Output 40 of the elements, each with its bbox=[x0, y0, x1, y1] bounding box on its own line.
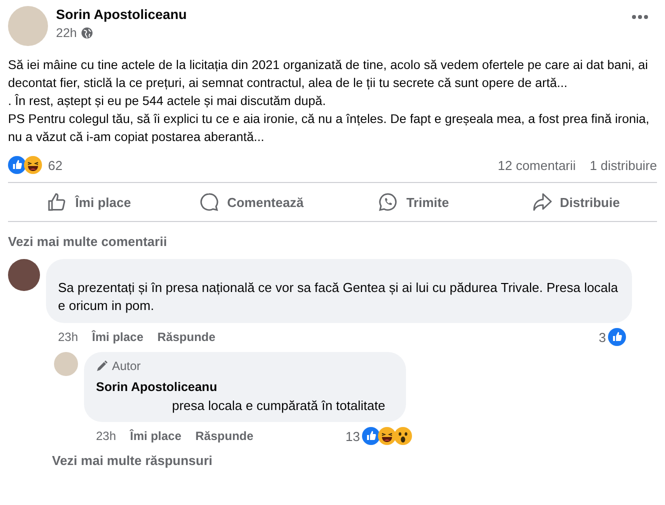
post-time[interactable]: 22h bbox=[56, 26, 77, 40]
globe-icon bbox=[80, 27, 93, 39]
laughing-reaction-icon bbox=[378, 427, 396, 445]
surprised-reaction-icon bbox=[394, 427, 412, 445]
like-action-button[interactable]: Îmi place bbox=[8, 183, 170, 221]
comment-time: 23h bbox=[58, 330, 78, 344]
laughing-reaction-icon bbox=[24, 156, 42, 174]
post-text: PS Pentru colegul tău, să îi explici tu ce e aia ironie, că nu a înțeles. De fapt e greșeala mea, a fost prea fină ironia, nu a văzut că i-am copiat postarea aberantă... bbox=[8, 111, 650, 146]
reaction-count: 13 bbox=[346, 428, 360, 444]
comments-count[interactable]: 12 comentarii bbox=[498, 158, 576, 172]
more-comments-link[interactable]: Vezi mai multe comentarii bbox=[8, 234, 167, 249]
share-arrow-icon bbox=[532, 192, 552, 212]
send-action-button[interactable]: Trimite bbox=[332, 183, 495, 221]
pen-icon bbox=[96, 360, 108, 372]
comment-text: Sa prezentați și în presa națională ce vor sa facă Gentea și ai lui cu pădurea Trivale. Presa locala e oricum in pom. bbox=[58, 280, 618, 313]
reaction-count[interactable]: 62 bbox=[48, 158, 62, 172]
author-label: Autor bbox=[112, 358, 141, 375]
reaction-count: 3 bbox=[598, 330, 606, 344]
reply-link[interactable]: Răspunde bbox=[195, 429, 254, 443]
commenter-avatar[interactable] bbox=[8, 259, 40, 291]
reply-link[interactable]: Răspunde bbox=[157, 330, 216, 344]
post-text: . În rest, aștept și eu pe 544 actele și mai discutăm după. bbox=[8, 93, 327, 110]
share-action-button[interactable]: Distribuie bbox=[494, 183, 657, 221]
like-reaction-icon bbox=[608, 328, 626, 346]
like-reaction-icon bbox=[362, 427, 380, 445]
reply-author[interactable]: Sorin Apostoliceanu bbox=[96, 378, 394, 396]
like-link[interactable]: Îmi place bbox=[92, 330, 144, 344]
more-replies-link[interactable]: Vezi mai multe răspunsuri bbox=[52, 453, 212, 468]
reply-text: presa locala e cumpărată în totalitate bbox=[171, 397, 386, 415]
post-text: Să iei mâine cu tine actele de la licitația din 2021 organizată de tine, acolo să vedem ofertele pe care ai dat bani, ai decontat fier, sticlă la ce prețuri, ai semnat contractul, alea de le ții tu secrete că sunt opere de artă... bbox=[8, 57, 649, 92]
shares-count[interactable]: 1 distribuire bbox=[590, 158, 657, 172]
phone-bubble-icon bbox=[378, 192, 398, 212]
comment-action-button[interactable]: Comentează bbox=[170, 183, 332, 221]
speech-bubble-icon bbox=[199, 192, 220, 212]
author-name[interactable]: Sorin Apostoliceanu bbox=[56, 7, 623, 22]
like-link[interactable]: Îmi place bbox=[130, 429, 182, 443]
comment-time: 23h bbox=[96, 429, 116, 443]
like-reaction-icon bbox=[8, 156, 26, 174]
thumbs-up-icon bbox=[47, 192, 68, 212]
more-options-icon[interactable] bbox=[631, 14, 649, 20]
